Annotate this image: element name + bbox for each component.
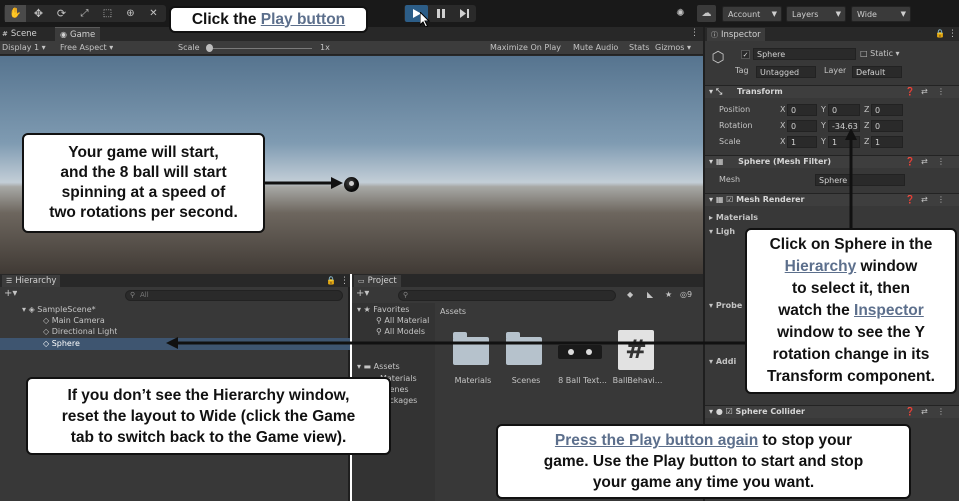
hierarchy-link: Hierarchy [784, 258, 857, 275]
callout-line: tab to switch back to the Game view). [70, 428, 347, 446]
arrow-to-sphere-item [166, 337, 745, 349]
play-callout-prefix: Click the [191, 10, 261, 28]
play-button-callout: Click the Play button [169, 6, 368, 33]
callout-line: reset the layout to Wide (click the Game [61, 407, 356, 425]
callout-line: rotation change in its [772, 346, 930, 363]
callout-line-prefix: watch the [778, 302, 855, 319]
callout-line-rest: window [856, 258, 918, 275]
callout-line: your game any time you want. [592, 474, 815, 491]
callout-line: Press the Play button again to stop your [555, 430, 852, 451]
callout-line: Hierarchy window [785, 256, 918, 278]
play-callout-text: Click the Play button [192, 11, 345, 29]
callout-line: watch the Inspector [778, 300, 924, 322]
hierarchy-note-callout: If you don’t see the Hierarchy window, r… [26, 377, 391, 455]
inspector-note-callout: Click on Sphere in the Hierarchy window … [745, 228, 957, 394]
inspector-link: Inspector [854, 302, 924, 319]
callout-line: two rotations per second. [49, 204, 238, 221]
callout-line: If you don’t see the Hierarchy window, [67, 386, 350, 404]
callout-line: Click on Sphere in the [769, 236, 933, 253]
callout-line: game. Use the Play button to start and s… [543, 453, 864, 470]
arrow-to-rotation-y [845, 128, 857, 228]
callout-line: to select it, then [792, 280, 910, 297]
stop-play-link: Press the Play button again [554, 432, 759, 449]
arrow-to-ball [262, 177, 343, 189]
callout-line: and the 8 ball will start [60, 164, 227, 181]
callout-line: spinning at a speed of [61, 184, 226, 201]
callout-line: window to see the Y [777, 324, 925, 341]
callout-line: Your game will start, [68, 144, 219, 161]
play-callout-link: Play button [260, 10, 346, 28]
stop-play-callout: Press the Play button again to stop your… [496, 424, 911, 499]
callout-line-rest: to stop your [758, 432, 853, 449]
game-start-callout: Your game will start, and the 8 ball wil… [22, 133, 265, 233]
callout-line: Transform component. [767, 368, 935, 385]
